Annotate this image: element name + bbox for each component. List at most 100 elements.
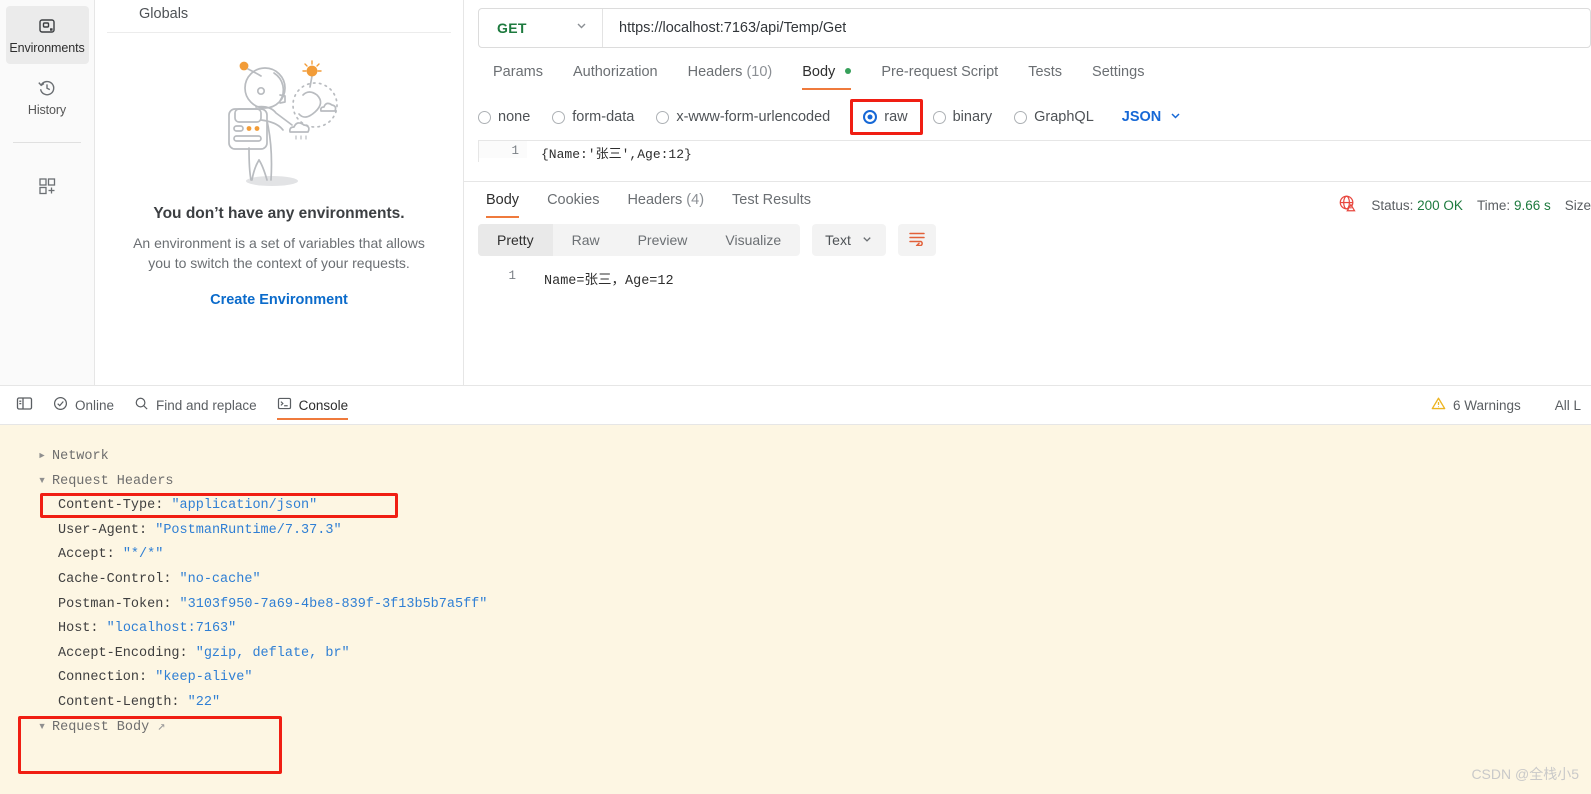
new-grid-icon (36, 175, 58, 197)
body-type-raw[interactable]: raw (863, 109, 908, 125)
radio-icon (656, 110, 670, 124)
create-environment-link[interactable]: Create Environment (210, 292, 348, 308)
size-label: Size (1564, 197, 1591, 213)
globe-warning-icon[interactable] (1338, 194, 1357, 216)
tab-authorization[interactable]: Authorization (558, 64, 673, 90)
online-status[interactable]: Online (43, 386, 124, 424)
console-button[interactable]: Console (267, 386, 359, 424)
header-key: User-Agent: (58, 522, 148, 538)
console-group-request-headers[interactable]: ▾ Request Headers (0, 470, 1591, 495)
response-tab-test-results[interactable]: Test Results (718, 192, 825, 218)
sidebar-item-environments[interactable]: Environments (5, 6, 89, 64)
response-line-number: 1 (508, 269, 516, 283)
wrap-lines-button[interactable] (897, 224, 936, 256)
body-type-none[interactable]: none (478, 109, 530, 125)
group-label: Request Body (52, 719, 150, 735)
console-header-row: Host: "localhost:7163" (0, 617, 1591, 642)
view-visualize[interactable]: Visualize (706, 224, 800, 256)
response-body[interactable]: 1 Name=张三，Age=12 (464, 266, 1591, 306)
console-group-network[interactable]: ▸ Network (0, 445, 1591, 470)
group-label: Network (52, 449, 109, 464)
console-group-request-body[interactable]: ▾ Request Body ↗ (0, 716, 1591, 741)
tab-pre-request-script[interactable]: Pre-request Script (866, 64, 1013, 90)
console-header-row: Content-Length: "22" (0, 691, 1591, 716)
tab-label: Headers (627, 192, 683, 208)
chevron-down-icon (1169, 109, 1182, 126)
option-label: GraphQL (1034, 109, 1094, 125)
warnings-label: 6 Warnings (1452, 397, 1521, 413)
tab-headers[interactable]: Headers (10) (673, 64, 788, 90)
response-tab-cookies[interactable]: Cookies (533, 192, 613, 218)
tab-count: (10) (746, 64, 773, 80)
check-circle-icon (53, 396, 68, 414)
body-format-selector[interactable]: JSON (1122, 109, 1183, 126)
response-meta: Status: 200 OK Time: 9.66 s Size (1338, 194, 1591, 216)
option-label: binary (952, 109, 993, 125)
url-row: GET https://localhost:7163/api/Temp/Get (464, 0, 1591, 48)
sidebar-toggle-button[interactable] (6, 386, 43, 424)
body-type-urlencoded[interactable]: x-www-form-urlencoded (656, 109, 830, 125)
radio-selected-icon (863, 110, 878, 124)
view-pretty[interactable]: Pretty (478, 224, 553, 256)
request-body-editor[interactable]: 1 {Name:'张三',Age:12} (478, 140, 1591, 162)
rail-divider (13, 142, 81, 143)
new-item-button[interactable] (6, 157, 89, 215)
tab-params[interactable]: Params (478, 64, 558, 90)
response-pane: Body Cookies Headers (4) Test Results St… (464, 181, 1591, 385)
all-logs-button[interactable]: All L (1545, 386, 1591, 424)
sidebar-item-history[interactable]: History (6, 68, 89, 126)
view-label: Pretty (497, 232, 534, 248)
environments-icon (37, 16, 57, 36)
time-group: Time: 9.66 s (1477, 198, 1551, 213)
header-key: Accept-Encoding: (58, 645, 188, 661)
tab-settings[interactable]: Settings (1077, 64, 1159, 90)
tab-label: Tests (1028, 64, 1063, 80)
view-preview[interactable]: Preview (619, 224, 707, 256)
response-view-bar: Pretty Raw Preview Visualize Text (464, 218, 1591, 256)
option-label: none (498, 109, 531, 125)
tab-body[interactable]: Body (787, 64, 866, 90)
header-key: Accept: (58, 547, 115, 563)
tab-count: (4) (686, 192, 705, 208)
header-value: "no-cache" (179, 571, 261, 587)
header-key: Content-Type: (58, 498, 164, 514)
body-type-graphql[interactable]: GraphQL (1014, 109, 1094, 125)
globals-tab[interactable]: Globals (95, 0, 463, 32)
sidebar-toggle-icon (16, 396, 33, 414)
search-icon (134, 396, 149, 414)
header-key: Connection: (58, 670, 148, 686)
header-value: "gzip, deflate, br" (195, 645, 350, 661)
tab-label: Body (802, 64, 836, 80)
method-selector[interactable]: GET (479, 9, 603, 47)
url-input[interactable]: https://localhost:7163/api/Temp/Get (603, 20, 846, 36)
header-value: "localhost:7163" (106, 621, 237, 637)
find-and-replace-button[interactable]: Find and replace (124, 386, 267, 424)
radio-icon (552, 110, 566, 124)
tab-label: Pre-request Script (881, 64, 999, 80)
sidebar-item-label: History (27, 102, 67, 117)
response-format-selector[interactable]: Text (812, 224, 886, 256)
header-value: "PostmanRuntime/7.37.3" (155, 522, 342, 538)
astronaut-illustration (204, 47, 354, 197)
body-type-form-data[interactable]: form-data (552, 109, 634, 125)
tab-label: Headers (687, 64, 743, 80)
response-content: Name=张三，Age=12 (544, 274, 674, 289)
radio-icon (1014, 110, 1028, 124)
option-label: raw (884, 109, 908, 125)
external-link-icon[interactable]: ↗ (157, 720, 165, 735)
header-key: Cache-Control: (58, 571, 172, 587)
status-group: Status: 200 OK (1371, 198, 1463, 213)
warnings-indicator[interactable]: 6 Warnings (1421, 386, 1531, 424)
header-value: "*/*" (122, 547, 164, 563)
response-tab-headers[interactable]: Headers (4) (613, 192, 718, 218)
view-raw[interactable]: Raw (553, 224, 619, 256)
body-type-binary[interactable]: binary (932, 109, 993, 125)
response-tabs: Body Cookies Headers (4) Test Results (464, 182, 825, 218)
tab-label: Settings (1092, 64, 1145, 80)
request-tabs: Params Authorization Headers (10) Body P… (464, 48, 1591, 90)
header-key: Postman-Token: (58, 596, 172, 612)
response-tab-body[interactable]: Body (478, 192, 533, 218)
tab-tests[interactable]: Tests (1013, 64, 1077, 90)
radio-icon (478, 110, 491, 124)
console-header-row: Connection: "keep-alive" (0, 666, 1591, 691)
